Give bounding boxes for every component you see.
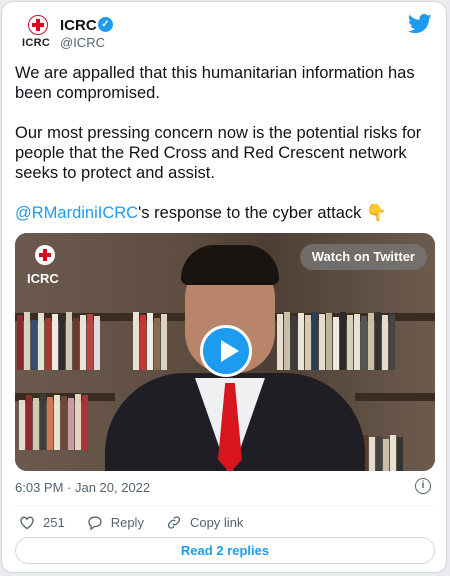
tweet-actions: 251 Reply Copy link [19, 512, 265, 532]
red-cross-icon [28, 15, 48, 35]
tweet-text: We are appalled that this humanitarian i… [15, 63, 435, 223]
tweet-paragraph-2: Our most pressing concern now is the pot… [15, 124, 422, 182]
video-logo-text: ICRC [27, 271, 59, 286]
heart-icon [20, 516, 34, 529]
books [19, 390, 89, 450]
divider [15, 505, 433, 506]
person-hair [181, 245, 279, 285]
verified-badge-icon: ✓ [98, 17, 113, 32]
watch-on-twitter-button[interactable]: Watch on Twitter [299, 244, 427, 270]
books [133, 310, 168, 370]
bookshelf [355, 393, 435, 401]
tweet-paragraph-3: @RMardiniICRC's response to the cyber at… [15, 203, 435, 223]
video-watermark-logo: ICRC [25, 245, 65, 286]
author-handle[interactable]: @ICRC [60, 35, 105, 50]
like-count: 251 [43, 514, 65, 530]
like-button[interactable]: 251 [19, 515, 65, 530]
tweet-paragraph-3-rest: 's response to the cyber attack 👇 [138, 204, 387, 222]
tweet-timestamp[interactable]: 6:03 PM · Jan 20, 2022 [15, 480, 150, 495]
play-button-icon[interactable] [200, 325, 252, 377]
tweet-header: ICRC ICRC ✓ @ICRC [14, 12, 434, 52]
twitter-bird-icon[interactable] [408, 14, 432, 34]
mention-link[interactable]: @RMardiniICRC [15, 204, 138, 222]
link-icon [167, 515, 181, 529]
books [277, 310, 396, 370]
tweet-card: ICRC ICRC ✓ @ICRC We are appalled that t… [1, 1, 447, 573]
reply-label: Reply [110, 514, 144, 530]
read-replies-button[interactable]: Read 2 replies [15, 537, 435, 564]
tweet-paragraph-1: We are appalled that this humanitarian i… [15, 64, 415, 102]
info-icon[interactable]: i [415, 478, 431, 494]
reply-bubble-icon [88, 516, 102, 530]
video-player[interactable]: ICRC Watch on Twitter [15, 233, 435, 471]
copy-link-button[interactable]: Copy link [166, 515, 243, 530]
author-name[interactable]: ICRC [60, 17, 97, 34]
red-cross-icon [35, 245, 55, 265]
avatar-logo-text: ICRC [22, 37, 51, 49]
copy-link-label: Copy link [189, 514, 244, 530]
avatar[interactable]: ICRC [22, 15, 56, 51]
reply-button[interactable]: Reply [87, 515, 144, 530]
books [17, 310, 101, 370]
